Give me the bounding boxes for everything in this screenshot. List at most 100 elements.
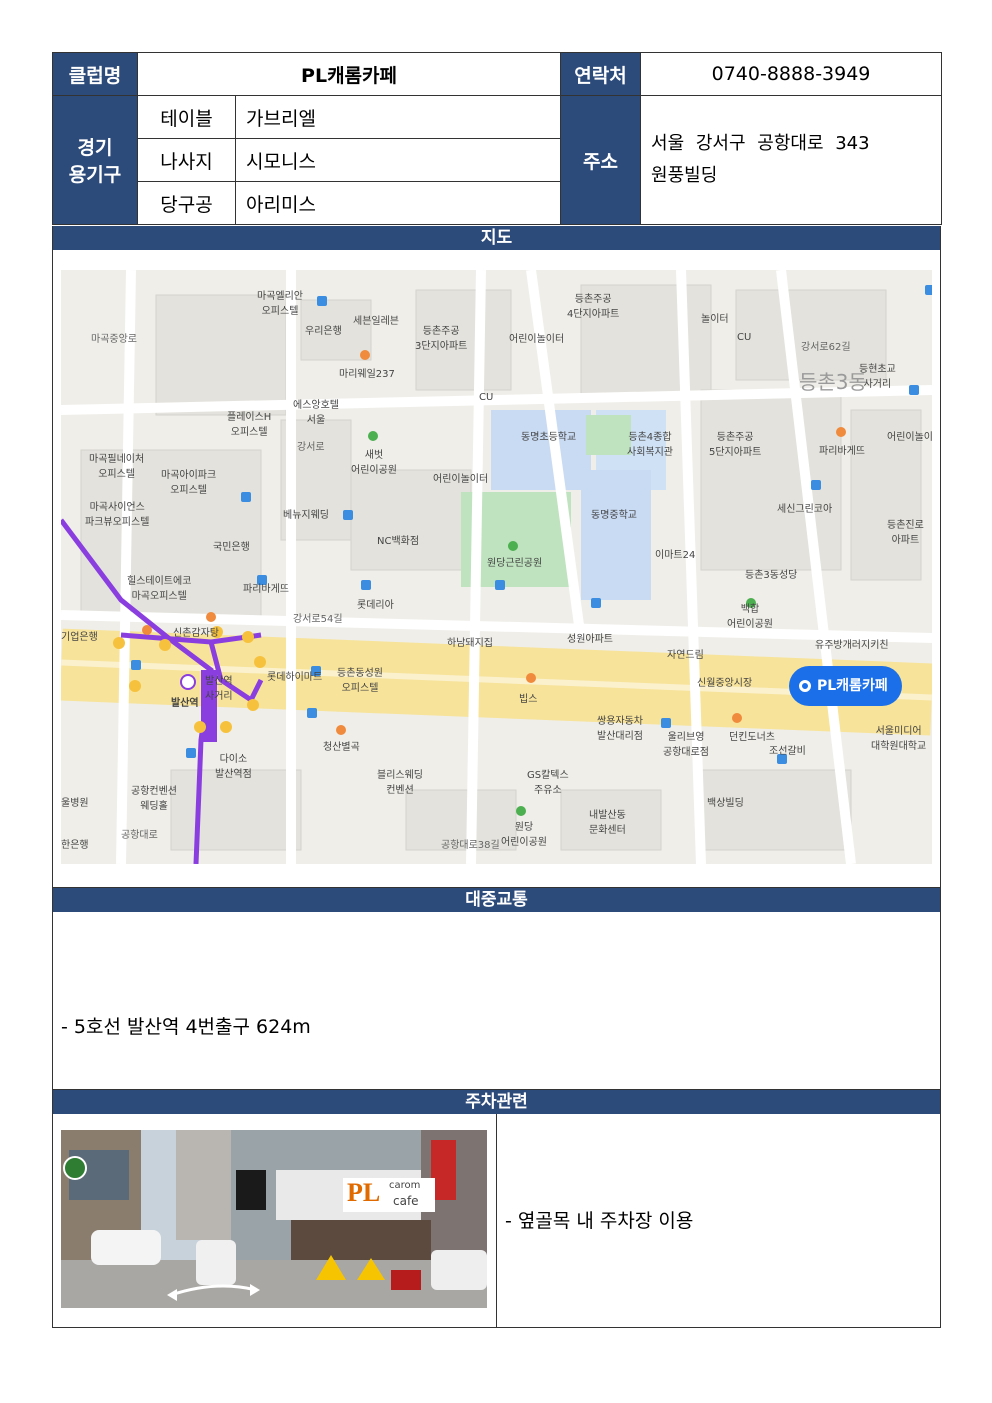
equipment-label-line2: 용기구	[68, 164, 122, 186]
map-label: 발산역	[171, 698, 199, 709]
map-label: 유주방개러지키친	[815, 640, 889, 651]
club-name: PL캐롬카페	[136, 52, 562, 96]
parking-instructions: - 옆골목 내 주차장 이용	[505, 1210, 694, 1232]
map-label: 우리은행	[305, 326, 342, 337]
map-label: 등촌주공 5단지아파트	[709, 432, 762, 458]
map-label: 빕스	[519, 694, 538, 705]
map-label: 마리웨일237	[339, 369, 395, 380]
map-label: 힐스테이트에코 마곡오피스텔	[127, 576, 192, 602]
map-label: GS칼텍스 주유소	[527, 770, 569, 796]
map-label: 하남돼지집	[447, 638, 493, 649]
map-label: 파리바게뜨	[243, 584, 289, 595]
venue-info-sheet: 클럽명 PL캐롬카페 연락처 0740-8888-3949 경기 용기구 테이블…	[52, 52, 943, 1328]
map-label: 서울미디어 대학원대학교	[871, 726, 927, 752]
map-label: 백상빌딩	[707, 798, 744, 809]
map-label: 에스앙호텔 서울	[293, 400, 339, 426]
map-label: 국민은행	[213, 542, 250, 553]
address-label: 주소	[560, 95, 642, 225]
map-label: 강서로54길	[293, 614, 343, 625]
info-table: 클럽명 PL캐롬카페 연락처 0740-8888-3949 경기 용기구 테이블…	[52, 52, 943, 225]
transit-directions: - 5호선 발산역 4번출구 624m	[61, 1016, 311, 1038]
map-label: 등촌3동	[799, 370, 867, 394]
map-label: 등촌동성원 오피스텔	[337, 668, 383, 694]
transit-header: 대중교통	[52, 888, 941, 912]
parking-section: PL carom cafe - 옆골목 내 주차장 이용	[52, 1114, 941, 1328]
map-label: 파리바게뜨	[819, 446, 865, 457]
equipment-ball-label: 당구공	[137, 181, 236, 225]
map-header: 지도	[52, 226, 941, 250]
map-label: 어린이놀이터	[509, 334, 565, 345]
map-label: 쌍용자동차 발산대리점	[597, 716, 643, 742]
location-pin-icon	[799, 680, 811, 692]
map-label: 마곡사이언스 파크뷰오피스텔	[85, 502, 150, 528]
map-label: 세븐일레븐	[353, 316, 399, 327]
location-map[interactable]: 마곡엘리안 오피스텔 우리은행 세븐일레븐 등촌주공 3단지아파트 어린이놀이터…	[61, 270, 932, 864]
map-label: 등촌진로 아파트	[887, 520, 924, 546]
map-label: 원당 어린이공원	[501, 822, 547, 848]
parking-divider	[496, 1114, 497, 1327]
map-label: 신촌감자탕	[173, 628, 219, 639]
address-value: 서울 강서구 공항대로 343 원풍빌딩	[640, 95, 943, 225]
map-label: 롯데하이마트	[267, 672, 323, 683]
transit-section: - 5호선 발산역 4번출구 624m	[52, 912, 941, 1090]
map-label: 새벗 어린이공원	[351, 450, 397, 476]
map-label: 동명초등학교	[521, 432, 577, 443]
map-label: 놀이터	[701, 314, 729, 325]
map-label: 던킨도너츠	[729, 732, 775, 743]
address-line2: 원풍빌딩	[651, 165, 718, 186]
map-label: 백합 어린이공원	[727, 604, 773, 630]
map-section: 마곡엘리안 오피스텔 우리은행 세븐일레븐 등촌주공 3단지아파트 어린이놀이터…	[52, 250, 941, 888]
map-label: 성원아파트	[567, 634, 613, 645]
equipment-label: 경기 용기구	[52, 95, 138, 225]
equipment-table-value: 가브리엘	[234, 95, 562, 139]
map-label: 강서로	[297, 442, 325, 453]
parking-photo: PL carom cafe	[61, 1130, 487, 1308]
map-label: 동명중학교	[591, 510, 637, 521]
map-label: 마곡엘리안 오피스텔	[257, 291, 303, 317]
venue-map-pin[interactable]: PL캐롬카페	[789, 666, 902, 706]
contact-value: 0740-8888-3949	[640, 52, 943, 96]
map-label: NC백화점	[377, 536, 420, 547]
map-label: 어린이놀이	[887, 432, 932, 443]
map-label: 울리브영 공항대로점	[663, 732, 709, 758]
map-label: 롯데리아	[357, 600, 394, 611]
cafe-sign-brand: PL	[347, 1178, 381, 1207]
map-label: 조선갈비	[769, 746, 806, 757]
map-label: CU	[479, 392, 494, 403]
map-label: 마곡아이파크 오피스텔	[161, 470, 217, 496]
map-label: 이마트24	[655, 550, 696, 561]
map-label: 어린이놀이터	[433, 474, 489, 485]
map-label: 블리스웨딩 컨벤션	[377, 770, 423, 796]
cafe-sign-line1: carom	[389, 1180, 421, 1191]
street-view-image	[61, 1130, 487, 1308]
equipment-ball-value: 아리미스	[234, 181, 562, 225]
map-label: 청산별곡	[323, 742, 360, 753]
map-label: 울병원	[61, 798, 89, 809]
address-line1: 서울 강서구 공항대로 343	[651, 133, 870, 154]
contact-label: 연락처	[560, 52, 642, 96]
club-name-label: 클럽명	[52, 52, 138, 96]
equipment-cloth-value: 시모니스	[234, 138, 562, 182]
map-label: 기업은행	[61, 632, 98, 643]
map-label: 신월중앙시장	[697, 678, 753, 689]
map-label: 등촌주공 4단지아파트	[567, 294, 620, 320]
map-label: 내발산동 문화센터	[589, 810, 626, 836]
map-label: 강서로62길	[801, 342, 851, 353]
equipment-table-label: 테이블	[137, 95, 236, 139]
equipment-cloth-label: 나사지	[137, 138, 236, 182]
map-label: 등촌3동성당	[745, 570, 798, 581]
parking-header: 주차관련	[52, 1090, 941, 1114]
map-label: 등촌4종합 사회복지관	[627, 432, 673, 458]
map-label: 공항대로	[121, 830, 158, 841]
cafe-sign: PL carom cafe	[343, 1178, 435, 1212]
map-label: CU	[737, 332, 752, 343]
map-label: 등현초교 사거리	[859, 364, 896, 390]
map-label: 베뉴지웨딩	[283, 510, 329, 521]
map-label: 세신그린코아	[777, 504, 833, 515]
map-label: 등촌주공 3단지아파트	[415, 326, 468, 352]
map-label: 플레이스H 오피스텔	[227, 412, 272, 438]
map-label: 마곡필네이처 오피스텔	[89, 454, 145, 480]
venue-pin-label: PL캐롬카페	[817, 678, 888, 694]
equipment-label-line1: 경기	[77, 137, 113, 159]
map-label: 다이소 발산역점	[215, 754, 252, 780]
